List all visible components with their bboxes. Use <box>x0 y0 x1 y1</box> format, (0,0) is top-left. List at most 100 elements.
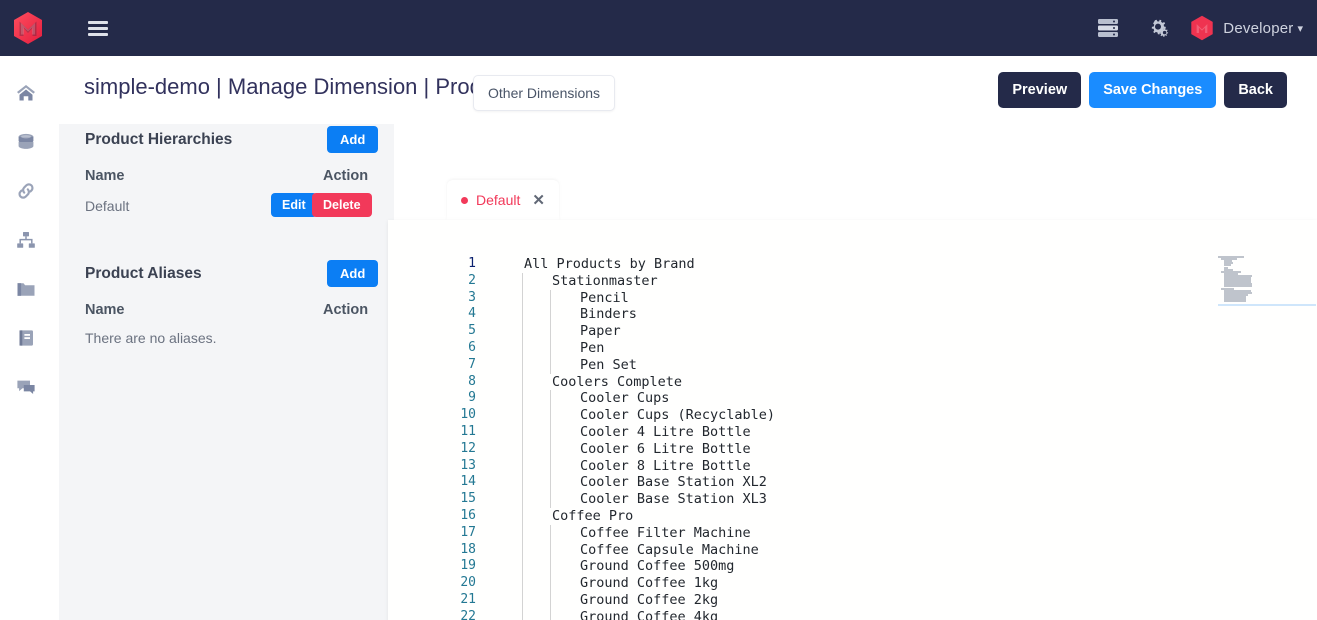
hierarchies-col-name: Name <box>85 168 125 184</box>
code-line[interactable]: 10Cooler Cups (Recyclable) <box>388 407 1317 424</box>
header-action-buttons: Preview Save Changes Back <box>998 72 1287 108</box>
link-icon <box>15 180 37 202</box>
code-line[interactable]: 11Cooler 4 Litre Bottle <box>388 424 1317 441</box>
code-line[interactable]: 12 Cooler 6 Litre Bottle <box>388 441 1317 458</box>
code-text: Ground Coffee 2kg <box>580 592 718 609</box>
sidebar-item-comments[interactable] <box>0 362 51 411</box>
code-line[interactable]: 15Cooler Base Station XL3 <box>388 491 1317 508</box>
sidebar-item-folder[interactable] <box>0 264 51 313</box>
icon-sidebar <box>0 56 51 620</box>
user-menu[interactable]: Developer ▾ <box>1183 15 1303 41</box>
add-alias-button[interactable]: Add <box>327 260 378 287</box>
code-text: Ground Coffee 4kg <box>580 609 718 620</box>
sidebar-item-book[interactable] <box>0 313 51 362</box>
line-number: 4 <box>388 306 476 323</box>
code-line[interactable]: 9Cooler Cups <box>388 390 1317 407</box>
code-text: Cooler 6 Litre Bottle <box>580 441 751 458</box>
code-text: Coffee Pro <box>552 508 633 525</box>
code-line[interactable]: 13Cooler 8 Litre Bottle <box>388 458 1317 475</box>
editor-card: 1All Products by Brand2Stationmaster3Pen… <box>388 220 1317 620</box>
mozart-logo-icon <box>1189 15 1215 41</box>
indent-guide <box>550 525 551 620</box>
home-icon <box>15 82 37 104</box>
code-line[interactable]: 22 Ground Coffee 4kg <box>388 609 1317 620</box>
close-icon[interactable]: ✕ <box>532 191 545 209</box>
line-number: 22 <box>388 609 476 620</box>
code-text: Stationmaster <box>552 273 658 290</box>
add-hierarchy-button[interactable]: Add <box>327 126 378 153</box>
edit-hierarchy-button[interactable]: Edit <box>271 193 317 217</box>
hierarchy-row-name: Default <box>85 198 129 214</box>
line-number: 2 <box>388 273 476 290</box>
indent-guide <box>550 290 551 374</box>
code-line[interactable]: 19Ground Coffee 500mg <box>388 558 1317 575</box>
code-line[interactable]: 1 All Products by Brand <box>388 256 1317 273</box>
code-text: Paper <box>580 323 621 340</box>
top-navbar: Developer ▾ <box>0 0 1317 56</box>
editor-minimap[interactable] <box>1218 256 1256 316</box>
page-header: simple-demo | Manage Dimension | Product… <box>51 56 1317 124</box>
code-line[interactable]: 16 Coffee Pro <box>388 508 1317 525</box>
line-number: 9 <box>388 390 476 407</box>
sidebar-item-links[interactable] <box>0 166 51 215</box>
line-number: 3 <box>388 290 476 307</box>
server-icon[interactable] <box>1083 0 1133 56</box>
cogs-icon[interactable] <box>1133 0 1183 56</box>
code-text: Coolers Complete <box>552 374 682 391</box>
code-line[interactable]: 4 Binders <box>388 306 1317 323</box>
code-line[interactable]: 6 Pen <box>388 340 1317 357</box>
tab-default[interactable]: Default ✕ <box>447 180 559 220</box>
code-text: Pen <box>580 340 604 357</box>
line-number: 12 <box>388 441 476 458</box>
save-changes-button[interactable]: Save Changes <box>1089 72 1216 108</box>
code-line[interactable]: 17Coffee Filter Machine <box>388 525 1317 542</box>
delete-hierarchy-button[interactable]: Delete <box>312 193 372 217</box>
user-name-label: Developer <box>1223 20 1293 37</box>
line-number: 1 <box>388 256 476 273</box>
line-number: 13 <box>388 458 476 475</box>
sidebar-item-database[interactable] <box>0 117 51 166</box>
line-number: 10 <box>388 407 476 424</box>
line-number: 18 <box>388 542 476 559</box>
code-text: Ground Coffee 500mg <box>580 558 734 575</box>
code-line[interactable]: 18Coffee Capsule Machine <box>388 542 1317 559</box>
code-text: All Products by Brand <box>524 256 695 273</box>
line-number: 16 <box>388 508 476 525</box>
code-line[interactable]: 20 Ground Coffee 1kg <box>388 575 1317 592</box>
code-line[interactable]: 8 Coolers Complete <box>388 374 1317 391</box>
editor-tabstrip: Default ✕ <box>388 180 1317 220</box>
app-root: Developer ▾ <box>0 0 1317 620</box>
code-line[interactable]: 21Ground Coffee 2kg <box>388 592 1317 609</box>
sidebar-item-home[interactable] <box>0 68 51 117</box>
line-number: 6 <box>388 340 476 357</box>
code-line[interactable]: 3Pencil <box>388 290 1317 307</box>
left-panel: Product Hierarchies Add Name Action Defa… <box>59 124 394 620</box>
line-number: 20 <box>388 575 476 592</box>
line-number: 17 <box>388 525 476 542</box>
code-lines-container[interactable]: 1All Products by Brand2Stationmaster3Pen… <box>388 256 1317 620</box>
code-text: Cooler 4 Litre Bottle <box>580 424 751 441</box>
code-text: Binders <box>580 306 637 323</box>
line-number: 14 <box>388 474 476 491</box>
back-button[interactable]: Back <box>1224 72 1287 108</box>
navbar-right-group: Developer ▾ <box>1083 0 1317 56</box>
brand-logo[interactable] <box>0 11 56 45</box>
code-text: Cooler Base Station XL3 <box>580 491 767 508</box>
folder-icon <box>15 278 37 300</box>
code-line[interactable]: 5Paper <box>388 323 1317 340</box>
hamburger-menu-icon[interactable] <box>84 17 112 40</box>
code-editor[interactable]: 1All Products by Brand2Stationmaster3Pen… <box>388 220 1317 620</box>
hierarchies-title: Product Hierarchies <box>85 131 232 149</box>
code-line[interactable]: 2 Stationmaster <box>388 273 1317 290</box>
tab-label: Default <box>476 192 520 208</box>
code-text: Ground Coffee 1kg <box>580 575 718 592</box>
other-dimensions-button[interactable]: Other Dimensions <box>473 75 615 111</box>
preview-button[interactable]: Preview <box>998 72 1081 108</box>
code-line[interactable]: 7Pen Set <box>388 357 1317 374</box>
aliases-col-name: Name <box>85 302 125 318</box>
main-content: simple-demo | Manage Dimension | Product… <box>51 56 1317 620</box>
minimap-line <box>1224 300 1245 302</box>
line-number: 8 <box>388 374 476 391</box>
sidebar-item-sitemap[interactable] <box>0 215 51 264</box>
code-line[interactable]: 14Cooler Base Station XL2 <box>388 474 1317 491</box>
